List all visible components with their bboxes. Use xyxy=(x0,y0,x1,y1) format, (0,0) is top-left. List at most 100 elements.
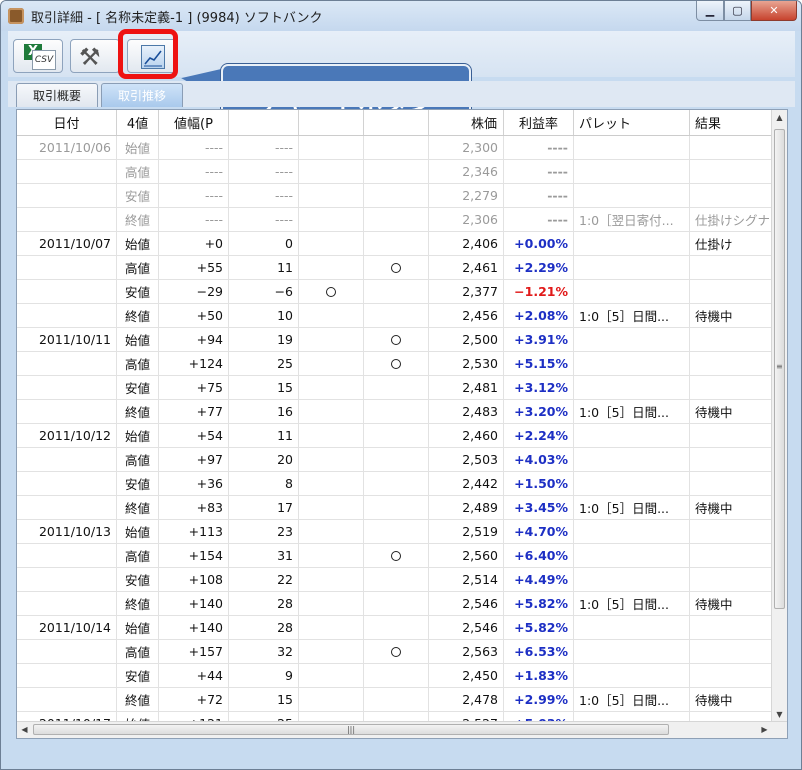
scroll-up-icon[interactable]: ▲ xyxy=(772,110,787,125)
cell-kind: 安値 xyxy=(117,184,159,207)
cell-profit-rate: +3.91% xyxy=(504,328,574,351)
title-bar[interactable]: 取引詳細 - [ 名称未定義-1 ] (9984) ソフトバンク ▁ ▢ ✕ xyxy=(1,1,801,31)
table-row[interactable]: 終値 +50 10 2,456 +2.08% 1:0［5］日間... 待機中 xyxy=(17,304,772,328)
header-pallet[interactable]: パレット xyxy=(574,110,690,135)
table-row[interactable]: 終値 +83 17 2,489 +3.45% 1:0［5］日間... 待機中 xyxy=(17,496,772,520)
cell-kind: 高値 xyxy=(117,640,159,663)
table-row[interactable]: 2011/10/12 始値 +54 11 2,460 +2.24% xyxy=(17,424,772,448)
horizontal-scroll-thumb[interactable]: ||| xyxy=(33,724,669,735)
scroll-right-icon[interactable]: ▶ xyxy=(757,722,772,737)
table-row[interactable]: 終値 +72 15 2,478 +2.99% 1:0［5］日間... 待機中 xyxy=(17,688,772,712)
table-row[interactable]: 安値 +108 22 2,514 +4.49% xyxy=(17,568,772,592)
cell-price-text: 2,483 xyxy=(462,404,498,419)
cell-range-yen: +54 xyxy=(159,424,229,447)
cell-pallet: 1:0［5］日間... xyxy=(574,688,690,711)
minimize-button[interactable]: ▁ xyxy=(696,1,724,21)
cell-kind-text: 高値 xyxy=(124,453,150,468)
cell-date-text: 2011/10/12 xyxy=(38,428,111,443)
tab-trade-history[interactable]: 取引推移 xyxy=(101,83,183,107)
cell-result xyxy=(690,424,772,447)
table-header: 日付 4値 値幅(P 株価 利益率 パレット 結果 xyxy=(17,110,772,136)
close-button[interactable]: ✕ xyxy=(751,1,797,21)
cell-price-text: 2,519 xyxy=(462,524,498,539)
table-row[interactable]: 終値 +140 28 2,546 +5.82% 1:0［5］日間... 待機中 xyxy=(17,592,772,616)
cell-pallet xyxy=(574,544,690,567)
cell-range-pct: 11 xyxy=(229,424,299,447)
cell-mark-high xyxy=(364,640,429,663)
header-range-yen[interactable]: 値幅(P xyxy=(159,110,229,135)
cell-profit-rate: +2.29% xyxy=(504,256,574,279)
header-col5[interactable] xyxy=(299,110,364,135)
cell-date-text: 2011/10/07 xyxy=(38,236,111,251)
table-row[interactable]: 高値 +124 25 2,530 +5.15% xyxy=(17,352,772,376)
table-row[interactable]: 2011/10/14 始値 +140 28 2,546 +5.82% xyxy=(17,616,772,640)
header-profit-rate[interactable]: 利益率 xyxy=(504,110,574,135)
csv-export-button[interactable]: X CSV xyxy=(13,39,63,73)
cell-pallet-text: 1:0［5］日間... xyxy=(579,693,669,708)
cell-mark-high xyxy=(364,664,429,687)
table-row[interactable]: 2011/10/07 始値 +0 0 2,406 +0.00% 仕掛け xyxy=(17,232,772,256)
cell-result xyxy=(690,136,772,159)
cell-result xyxy=(690,352,772,375)
table-row[interactable]: 2011/10/06 始値 ---- ---- 2,300 ---- xyxy=(17,136,772,160)
horizontal-scrollbar[interactable]: ◀ ||| ▶ xyxy=(17,721,787,738)
header-col6[interactable] xyxy=(364,110,429,135)
cell-pallet xyxy=(574,232,690,255)
cell-range-yen: +157 xyxy=(159,640,229,663)
table-row[interactable]: 安値 ---- ---- 2,279 ---- xyxy=(17,184,772,208)
cell-result: 待機中 xyxy=(690,496,772,519)
table-row[interactable]: 高値 +154 31 2,560 +6.40% xyxy=(17,544,772,568)
cell-mark-high xyxy=(364,448,429,471)
table-row[interactable]: 終値 ---- ---- 2,306 ---- 1:0［翌日寄付... 仕掛けシグナ xyxy=(17,208,772,232)
cell-kind: 安値 xyxy=(117,376,159,399)
cell-result xyxy=(690,568,772,591)
cell-mark-low xyxy=(299,496,364,519)
cell-date: 2011/10/07 xyxy=(17,232,117,255)
cell-range-pct: 0 xyxy=(229,232,299,255)
cell-mark-high xyxy=(364,256,429,279)
cell-mark-low xyxy=(299,256,364,279)
table-row[interactable]: 2011/10/11 始値 +94 19 2,500 +3.91% xyxy=(17,328,772,352)
cell-mark-high xyxy=(364,280,429,303)
cell-range-yen-text: +83 xyxy=(196,500,223,515)
cell-price: 2,500 xyxy=(429,328,504,351)
cell-date-text: 2011/10/14 xyxy=(38,620,111,635)
header-date[interactable]: 日付 xyxy=(17,110,117,135)
table-row[interactable]: 安値 +75 15 2,481 +3.12% xyxy=(17,376,772,400)
table-row[interactable]: 高値 +55 11 2,461 +2.29% xyxy=(17,256,772,280)
table-row[interactable]: 安値 +44 9 2,450 +1.83% xyxy=(17,664,772,688)
header-col4[interactable] xyxy=(229,110,299,135)
header-price[interactable]: 株価 xyxy=(429,110,504,135)
cell-profit-rate: +1.50% xyxy=(504,472,574,495)
scroll-left-icon[interactable]: ◀ xyxy=(17,722,32,737)
header-kind[interactable]: 4値 xyxy=(117,110,159,135)
trade-detail-window: 取引詳細 - [ 名称未定義-1 ] (9984) ソフトバンク ▁ ▢ ✕ X… xyxy=(0,0,802,770)
cell-date: 2011/10/13 xyxy=(17,520,117,543)
signal-circle-icon xyxy=(391,334,401,345)
scroll-down-icon[interactable]: ▼ xyxy=(772,707,787,722)
table-row[interactable]: 高値 +97 20 2,503 +4.03% xyxy=(17,448,772,472)
settings-button[interactable]: ⚒ xyxy=(70,39,120,73)
cell-date xyxy=(17,640,117,663)
header-result[interactable]: 結果 xyxy=(690,110,772,135)
cell-result-text: 待機中 xyxy=(695,597,733,612)
cell-range-pct: 19 xyxy=(229,328,299,351)
table-row[interactable]: 2011/10/13 始値 +113 23 2,519 +4.70% xyxy=(17,520,772,544)
cell-profit-rate-text: +4.03% xyxy=(514,452,568,467)
cell-price: 2,346 xyxy=(429,160,504,183)
cell-date xyxy=(17,496,117,519)
table-row[interactable]: 安値 +36 8 2,442 +1.50% xyxy=(17,472,772,496)
tab-trade-summary[interactable]: 取引概要 xyxy=(16,83,98,107)
table-row[interactable]: 高値 ---- ---- 2,346 ---- xyxy=(17,160,772,184)
table-row[interactable]: 終値 +77 16 2,483 +3.20% 1:0［5］日間... 待機中 xyxy=(17,400,772,424)
maximize-button[interactable]: ▢ xyxy=(724,1,751,21)
cell-price-text: 2,461 xyxy=(462,260,498,275)
vertical-scrollbar[interactable]: ▲ ≡ ▼ xyxy=(771,110,787,722)
cell-kind: 始値 xyxy=(117,616,159,639)
vertical-scroll-thumb[interactable]: ≡ xyxy=(774,129,785,609)
table-row[interactable]: 高値 +157 32 2,563 +6.53% xyxy=(17,640,772,664)
cell-result-text: 仕掛け xyxy=(695,237,733,252)
cell-mark-high xyxy=(364,232,429,255)
table-row[interactable]: 安値 −29 −6 2,377 −1.21% xyxy=(17,280,772,304)
chart-button-highlight xyxy=(118,29,178,79)
